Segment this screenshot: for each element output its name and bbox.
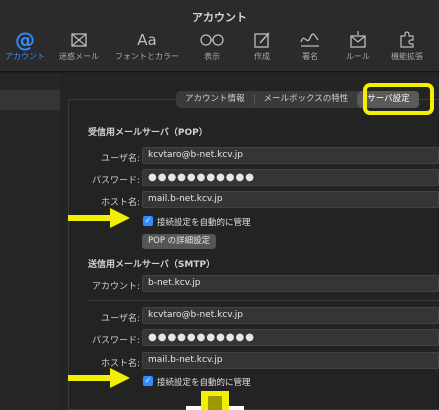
outgoing-host-field[interactable]: mail.b-net.kcv.jp — [142, 352, 439, 369]
toolbar-signatures[interactable]: 署名 — [288, 30, 332, 70]
accounts-sidebar — [0, 73, 60, 410]
outgoing-auto-manage-checkbox[interactable]: ✓ — [143, 376, 153, 386]
tab-mailbox-behaviors[interactable]: メールボックスの特性 — [255, 91, 358, 108]
outgoing-username-field[interactable]: kcvtaro@b-net.kcv.jp — [142, 307, 439, 324]
arrow-right-icon — [68, 368, 130, 388]
toolbar-accounts[interactable]: @ アカウント — [0, 30, 50, 70]
toolbar-accounts-label: アカウント — [5, 52, 45, 61]
toolbar-junk-mail-label: 迷惑メール — [59, 52, 99, 61]
outgoing-auto-manage-label: 接続設定を自動的に管理 — [157, 378, 251, 388]
toolbar-fonts-colors[interactable]: Aa フォントとカラー — [108, 30, 186, 70]
incoming-username-field[interactable]: kcvtaro@b-net.kcv.jp — [142, 147, 439, 164]
toolbar-composing-label: 作成 — [254, 52, 270, 61]
outgoing-server-title: 送信用メールサーバ（SMTP） — [88, 260, 216, 270]
incoming-server-title: 受信用メールサーバ（POP） — [88, 128, 208, 138]
incoming-username-label: ユーザ名: — [101, 154, 140, 164]
signature-icon — [300, 33, 319, 47]
toolbar-composing[interactable]: 作成 — [240, 30, 284, 70]
rules-icon — [350, 31, 366, 48]
arrow-right-icon — [68, 208, 130, 228]
glasses-icon — [200, 34, 224, 46]
incoming-password-field[interactable]: ●●●●●●●●●●● — [142, 169, 439, 186]
pop-advanced-settings-button[interactable]: POP の詳細設定 — [142, 234, 217, 249]
toolbar-extensions[interactable]: 機能拡張 — [384, 30, 430, 70]
outgoing-password-field[interactable]: ●●●●●●●●●●● — [142, 329, 439, 346]
account-detail-pane: アカウント情報 メールボックスの特性 サーバ設定 受信用メールサーバ（POP） … — [60, 73, 439, 410]
outgoing-password-label: パスワード: — [91, 336, 140, 346]
preferences-toolbar: アカウント @ アカウント 迷惑メール Aa フォントとカラー 表示 作成 署名… — [0, 0, 439, 72]
incoming-password-label: パスワード: — [91, 176, 140, 186]
toolbar-rules-label: ルール — [346, 52, 370, 61]
junk-mail-icon — [71, 33, 87, 47]
toolbar-view-label: 表示 — [204, 52, 220, 61]
section-divider — [88, 300, 439, 301]
toolbar-view[interactable]: 表示 — [190, 30, 234, 70]
extensions-icon — [400, 31, 414, 48]
bottom-highlight-marker — [201, 391, 229, 410]
toolbar-rules[interactable]: ルール — [336, 30, 380, 70]
window-title: アカウント — [192, 11, 247, 24]
at-icon: @ — [15, 28, 35, 52]
toolbar-junk-mail[interactable]: 迷惑メール — [54, 30, 104, 70]
incoming-host-label: ホスト名: — [100, 198, 140, 208]
incoming-host-field[interactable]: mail.b-net.kcv.jp — [142, 191, 439, 208]
sidebar-selected-account[interactable] — [0, 90, 60, 110]
incoming-auto-manage-label: 接続設定を自動的に管理 — [157, 218, 251, 228]
outgoing-account-label: アカウント: — [91, 282, 140, 292]
server-settings-highlight — [363, 83, 434, 115]
tab-account-info[interactable]: アカウント情報 — [176, 91, 254, 108]
font-icon: Aa — [137, 31, 157, 49]
toolbar-extensions-label: 機能拡張 — [391, 52, 423, 61]
toolbar-fonts-colors-label: フォントとカラー — [115, 52, 179, 61]
outgoing-username-label: ユーザ名: — [101, 314, 140, 324]
compose-icon — [254, 32, 270, 48]
incoming-auto-manage-checkbox[interactable]: ✓ — [143, 216, 153, 226]
toolbar-signatures-label: 署名 — [302, 52, 318, 61]
outgoing-account-select[interactable]: b-net.kcv.jp — [142, 275, 439, 292]
bottom-highlight-marker-inner — [208, 396, 222, 410]
